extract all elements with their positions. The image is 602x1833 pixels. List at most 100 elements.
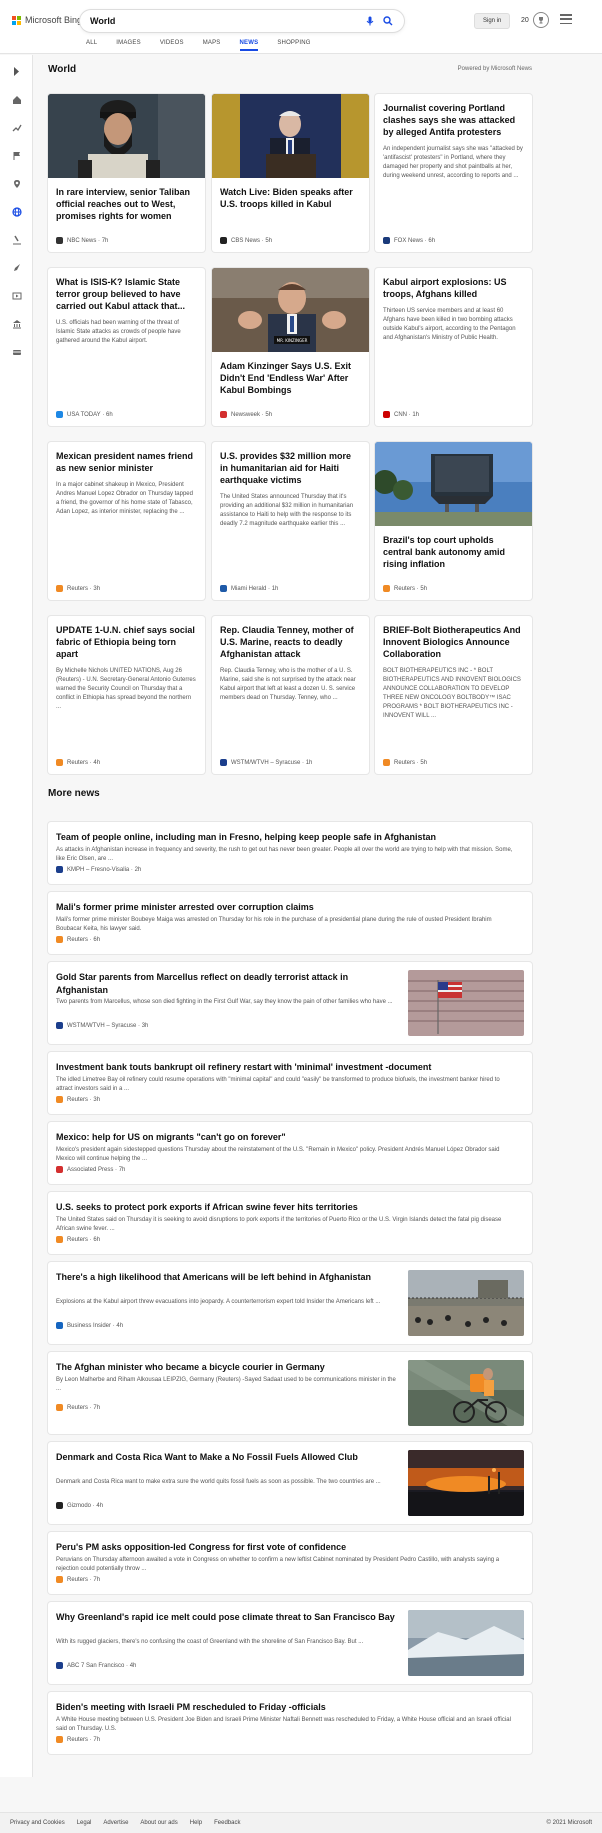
news-card-title[interactable]: Journalist covering Portland clashes say…: [375, 94, 532, 138]
more-news-source[interactable]: Reuters · 6h: [56, 1236, 100, 1243]
more-news-source[interactable]: Reuters · 7h: [56, 1404, 100, 1411]
more-news-item[interactable]: Team of people online, including man in …: [48, 822, 532, 884]
news-card-title[interactable]: Adam Kinzinger Says U.S. Exit Didn't End…: [212, 352, 369, 396]
news-card[interactable]: MR. KINZINGER Adam Kinzinger Says U.S. Ex…: [212, 268, 369, 426]
more-news-image[interactable]: [408, 1450, 524, 1516]
more-news-source[interactable]: Reuters · 7h: [56, 1576, 100, 1583]
more-news-image[interactable]: [408, 1270, 524, 1336]
news-card[interactable]: Watch Live: Biden speaks after U.S. troo…: [212, 94, 369, 252]
rewards-trophy-icon[interactable]: [533, 12, 549, 28]
news-card-source[interactable]: Newsweek · 5h: [220, 411, 272, 418]
more-news-item[interactable]: Peru's PM asks opposition-led Congress f…: [48, 1532, 532, 1594]
more-news-source[interactable]: ABC 7 San Francisco · 4h: [56, 1662, 136, 1669]
sign-in-button[interactable]: Sign in: [474, 13, 511, 29]
more-news-item[interactable]: Denmark and Costa Rica Want to Make a No…: [48, 1442, 532, 1524]
news-card-title[interactable]: UPDATE 1-U.N. chief says social fabric o…: [48, 616, 205, 660]
more-news-title[interactable]: Mali's former prime minister arrested ov…: [56, 901, 516, 914]
news-card[interactable]: In rare interview, senior Taliban offici…: [48, 94, 205, 252]
news-card-source[interactable]: WSTM/WTVH – Syracuse · 1h: [220, 759, 312, 766]
more-news-source[interactable]: WSTM/WTVH – Syracuse · 3h: [56, 1022, 148, 1029]
location-pin-icon[interactable]: [10, 177, 23, 190]
more-news-source[interactable]: Reuters · 3h: [56, 1096, 100, 1103]
news-card-source[interactable]: USA TODAY · 6h: [56, 411, 113, 418]
more-news-item[interactable]: Why Greenland's rapid ice melt could pos…: [48, 1602, 532, 1684]
more-news-title[interactable]: The Afghan minister who became a bicycle…: [56, 1361, 396, 1374]
tab-maps[interactable]: MAPS: [203, 40, 221, 50]
more-news-title[interactable]: There's a high likelihood that Americans…: [56, 1271, 396, 1284]
news-card-source[interactable]: Reuters · 5h: [383, 585, 427, 592]
news-card[interactable]: UPDATE 1-U.N. chief says social fabric o…: [48, 616, 205, 774]
more-news-item[interactable]: Gold Star parents from Marcellus reflect…: [48, 962, 532, 1044]
more-news-title[interactable]: Peru's PM asks opposition-led Congress f…: [56, 1541, 516, 1554]
more-news-item[interactable]: U.S. seeks to protect pork exports if Af…: [48, 1192, 532, 1254]
more-news-title[interactable]: U.S. seeks to protect pork exports if Af…: [56, 1201, 516, 1214]
news-card-source[interactable]: Miami Herald · 1h: [220, 585, 278, 592]
more-news-item[interactable]: Biden's meeting with Israeli PM reschedu…: [48, 1692, 532, 1754]
more-news-item[interactable]: The Afghan minister who became a bicycle…: [48, 1352, 532, 1434]
news-card-title[interactable]: Rep. Claudia Tenney, mother of U.S. Mari…: [212, 616, 369, 660]
news-card[interactable]: Rep. Claudia Tenney, mother of U.S. Mari…: [212, 616, 369, 774]
tab-videos[interactable]: VIDEOS: [160, 40, 184, 50]
more-news-item[interactable]: Mali's former prime minister arrested ov…: [48, 892, 532, 954]
news-card-title[interactable]: U.S. provides $32 million more in humani…: [212, 442, 369, 486]
more-news-source[interactable]: Reuters · 6h: [56, 936, 100, 943]
trending-icon[interactable]: [10, 121, 23, 134]
world-globe-icon[interactable]: [10, 205, 23, 218]
search-icon[interactable]: [382, 15, 394, 27]
more-news-title[interactable]: Investment bank touts bankrupt oil refin…: [56, 1061, 516, 1074]
more-news-title[interactable]: Denmark and Costa Rica Want to Make a No…: [56, 1451, 396, 1464]
footer-link[interactable]: Privacy and Cookies: [10, 1820, 65, 1826]
news-card[interactable]: Mexican president names friend as new se…: [48, 442, 205, 600]
news-card-title[interactable]: BRIEF-Bolt Biotherapeutics And Innovent …: [375, 616, 532, 660]
footer-link[interactable]: About our ads: [140, 1820, 177, 1826]
news-card-image[interactable]: MR. KINZINGER: [212, 268, 369, 352]
news-card-title[interactable]: Mexican president names friend as new se…: [48, 442, 205, 474]
us-flag-icon[interactable]: [10, 149, 23, 162]
more-news-item[interactable]: Investment bank touts bankrupt oil refin…: [48, 1052, 532, 1114]
news-card-source[interactable]: Reuters · 4h: [56, 759, 100, 766]
news-card-title[interactable]: Kabul airport explosions: US troops, Afg…: [375, 268, 532, 300]
footer-link[interactable]: Feedback: [214, 1820, 240, 1826]
more-news-title[interactable]: Mexico: help for US on migrants "can't g…: [56, 1131, 516, 1144]
more-news-source[interactable]: Associated Press · 7h: [56, 1166, 125, 1173]
news-card-title[interactable]: Brazil's top court upholds central bank …: [375, 526, 532, 570]
more-news-source[interactable]: Gizmodo · 4h: [56, 1502, 103, 1509]
tab-images[interactable]: IMAGES: [116, 40, 141, 50]
news-card-title[interactable]: In rare interview, senior Taliban offici…: [48, 178, 205, 222]
footer-link[interactable]: Legal: [77, 1820, 92, 1826]
home-icon[interactable]: [10, 93, 23, 106]
news-card[interactable]: BRIEF-Bolt Biotherapeutics And Innovent …: [375, 616, 532, 774]
bank-icon[interactable]: [10, 317, 23, 330]
more-news-item[interactable]: There's a high likelihood that Americans…: [48, 1262, 532, 1344]
news-card-image[interactable]: [375, 442, 532, 526]
more-news-image[interactable]: [408, 970, 524, 1036]
news-card-title[interactable]: Watch Live: Biden speaks after U.S. troo…: [212, 178, 369, 210]
news-card-source[interactable]: Reuters · 3h: [56, 585, 100, 592]
footer-link[interactable]: Help: [190, 1820, 202, 1826]
more-news-source[interactable]: Business Insider · 4h: [56, 1322, 123, 1329]
news-card[interactable]: What is ISIS-K? Islamic State terror gro…: [48, 268, 205, 426]
more-news-title[interactable]: Biden's meeting with Israeli PM reschedu…: [56, 1701, 516, 1714]
search-input[interactable]: [90, 16, 358, 26]
more-news-image[interactable]: [408, 1360, 524, 1426]
news-card-source[interactable]: NBC News · 7h: [56, 237, 108, 244]
news-card-source[interactable]: CBS News · 5h: [220, 237, 272, 244]
more-news-source[interactable]: Reuters · 7h: [56, 1736, 100, 1743]
rocket-icon[interactable]: [10, 261, 23, 274]
more-news-title[interactable]: Team of people online, including man in …: [56, 831, 516, 844]
news-card-source[interactable]: CNN · 1h: [383, 411, 419, 418]
menu-hamburger-icon[interactable]: [560, 14, 572, 24]
bing-logo[interactable]: Microsoft Bing: [12, 15, 82, 25]
tab-all[interactable]: ALL: [86, 40, 97, 50]
news-card-source[interactable]: Reuters · 5h: [383, 759, 427, 766]
news-card[interactable]: Kabul airport explosions: US troops, Afg…: [375, 268, 532, 426]
news-card[interactable]: U.S. provides $32 million more in humani…: [212, 442, 369, 600]
news-card-source[interactable]: FOX News · 6h: [383, 237, 435, 244]
money-icon[interactable]: [10, 345, 23, 358]
tab-news[interactable]: NEWS: [239, 40, 259, 51]
rewards-count[interactable]: 20: [521, 17, 529, 24]
more-news-source[interactable]: KMPH – Fresno-Visalia · 2h: [56, 866, 141, 873]
microphone-icon[interactable]: [364, 15, 376, 27]
news-card-image[interactable]: [48, 94, 205, 178]
footer-link[interactable]: Advertise: [103, 1820, 128, 1826]
